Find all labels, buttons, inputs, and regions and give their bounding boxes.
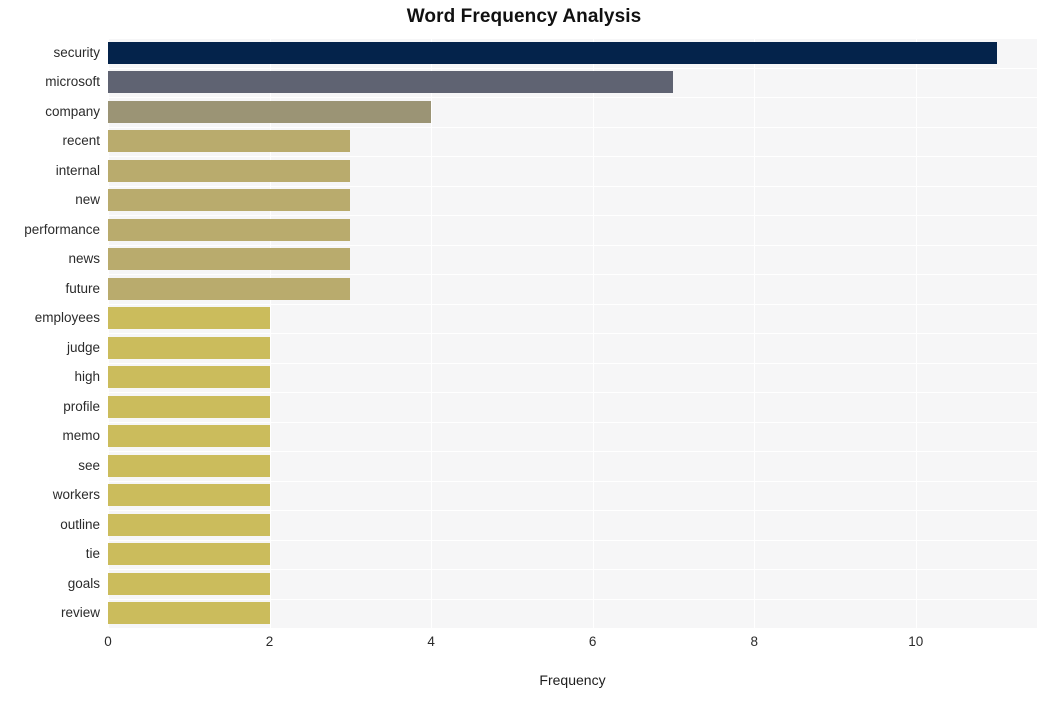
y-tick-label-employees: employees bbox=[34, 310, 100, 326]
bar-outline bbox=[108, 513, 270, 536]
gridline-horizontal bbox=[108, 126, 1037, 128]
x-tick-label-6: 6 bbox=[588, 634, 597, 649]
gridline-horizontal bbox=[108, 598, 1037, 600]
bar-high bbox=[108, 366, 270, 389]
bar-employees bbox=[108, 307, 270, 330]
x-tick-label-8: 8 bbox=[750, 634, 759, 649]
y-tick-label-company: company bbox=[45, 103, 100, 119]
gridline-horizontal bbox=[108, 539, 1037, 541]
bar-news bbox=[108, 248, 351, 271]
gridline-horizontal bbox=[108, 362, 1037, 364]
gridline-horizontal bbox=[108, 510, 1037, 511]
gridline-horizontal bbox=[108, 303, 1037, 305]
bar-tie bbox=[108, 543, 270, 566]
gridline-horizontal bbox=[108, 67, 1037, 69]
y-tick-label-see: see bbox=[78, 457, 100, 473]
x-tick-label-0: 0 bbox=[104, 634, 112, 649]
y-tick-label-memo: memo bbox=[62, 428, 100, 444]
x-axis-title: Frequency bbox=[539, 672, 606, 688]
gridline-horizontal bbox=[108, 480, 1037, 482]
x-tick-label-2: 2 bbox=[265, 634, 274, 649]
y-tick-label-judge: judge bbox=[66, 339, 100, 355]
gridline-horizontal bbox=[108, 421, 1037, 423]
y-tick-label-high: high bbox=[74, 369, 100, 385]
gridline-horizontal bbox=[108, 274, 1037, 275]
gridline-horizontal bbox=[108, 392, 1037, 393]
bar-microsoft bbox=[108, 71, 674, 94]
gridline-horizontal bbox=[108, 215, 1037, 216]
y-tick-label-internal: internal bbox=[55, 162, 100, 178]
bar-judge bbox=[108, 336, 270, 359]
bar-company bbox=[108, 100, 432, 123]
y-tick-label-performance: performance bbox=[24, 221, 100, 237]
y-tick-label-security: security bbox=[53, 44, 100, 60]
bar-recent bbox=[108, 130, 351, 153]
y-tick-label-goals: goals bbox=[67, 575, 100, 591]
bar-profile bbox=[108, 395, 270, 418]
y-tick-label-outline: outline bbox=[60, 516, 100, 532]
bar-goals bbox=[108, 572, 270, 595]
bar-internal bbox=[108, 159, 351, 182]
bar-performance bbox=[108, 218, 351, 241]
bar-future bbox=[108, 277, 351, 300]
x-tick-label-4: 4 bbox=[427, 634, 435, 649]
y-tick-label-workers: workers bbox=[52, 487, 100, 503]
x-axis: 0 2 4 6 8 10 bbox=[104, 628, 1037, 658]
y-axis: security microsoft company recent internal ne… bbox=[0, 38, 100, 628]
y-tick-label-tie: tie bbox=[85, 546, 100, 562]
x-tick-label-10: 10 bbox=[908, 634, 924, 649]
gridline-horizontal bbox=[108, 451, 1037, 452]
bar-see bbox=[108, 454, 270, 477]
y-tick-label-new: new bbox=[75, 192, 100, 208]
y-tick-label-profile: profile bbox=[63, 398, 100, 414]
y-tick-label-microsoft: microsoft bbox=[45, 74, 100, 90]
y-tick-label-news: news bbox=[68, 251, 100, 267]
gridline-horizontal bbox=[108, 569, 1037, 570]
y-tick-label-future: future bbox=[65, 280, 100, 296]
y-tick-label-review: review bbox=[60, 605, 100, 621]
gridline-horizontal bbox=[108, 97, 1037, 98]
word-frequency-chart: Word Frequency Analysis security microsof… bbox=[0, 0, 1048, 701]
bar-new bbox=[108, 189, 351, 212]
gridline-horizontal bbox=[108, 185, 1037, 187]
gridline-horizontal bbox=[108, 156, 1037, 157]
y-tick-label-recent: recent bbox=[62, 133, 100, 149]
plot-area bbox=[108, 38, 1037, 628]
gridline-horizontal bbox=[108, 38, 1037, 39]
chart-title: Word Frequency Analysis bbox=[406, 6, 642, 27]
gridline-horizontal bbox=[108, 333, 1037, 334]
bar-memo bbox=[108, 425, 270, 448]
bar-security bbox=[108, 41, 997, 64]
gridline-horizontal bbox=[108, 244, 1037, 246]
bar-review bbox=[108, 602, 270, 625]
bar-workers bbox=[108, 484, 270, 507]
